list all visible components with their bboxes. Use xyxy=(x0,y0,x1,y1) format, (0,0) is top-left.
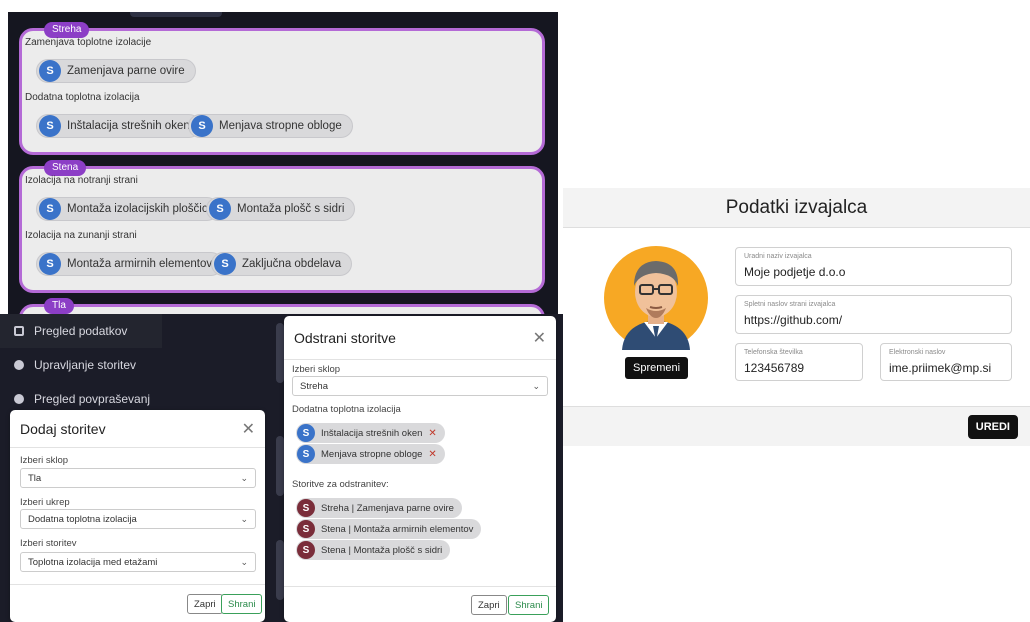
avatar: S xyxy=(297,541,315,559)
grid-icon xyxy=(14,326,24,336)
close-icon[interactable]: ✕ xyxy=(533,328,546,348)
edit-button[interactable]: UREDI xyxy=(967,415,1018,439)
chevron-down-icon: ⌄ xyxy=(532,380,540,391)
service-chip[interactable]: S Montaža plošč s sidri xyxy=(206,197,356,221)
backdrop-card xyxy=(276,436,284,496)
close-button[interactable]: Zapri xyxy=(471,595,507,615)
dialog-title: Dodaj storitev xyxy=(20,420,106,437)
service-chip[interactable]: S Montaža armirnih elementov xyxy=(36,252,224,276)
sidebar-item-upravljanje-storitev[interactable]: Upravljanje storitev xyxy=(0,348,162,382)
field-label: Dodatna toplotna izolacija xyxy=(292,404,401,415)
group-stena: Stena Izolacija na notranji strani S Mon… xyxy=(19,160,545,293)
storitev-select[interactable]: Toplotna izolacija med etažami ⌄ xyxy=(20,552,256,572)
remove-icon[interactable]: ✕ xyxy=(428,428,436,439)
field-label: Izberi sklop xyxy=(20,455,69,466)
circle-icon xyxy=(14,360,24,370)
field-label: Izberi storitev xyxy=(20,538,77,549)
group-badge: Stena xyxy=(44,160,87,176)
group-streha: Streha Zamenjava toplotne izolacije S Za… xyxy=(19,22,545,155)
chevron-down-icon: ⌄ xyxy=(240,513,248,524)
dialog-header: Dodaj storitev ✕ xyxy=(10,410,265,448)
topbar-stub xyxy=(130,12,222,17)
avatar: S xyxy=(297,520,315,538)
avatar: S xyxy=(191,115,213,137)
dialog-footer: Zapri Shrani xyxy=(284,586,556,622)
avatar: S xyxy=(39,115,61,137)
backdrop-card xyxy=(276,540,284,600)
circle-icon xyxy=(14,394,24,404)
save-button[interactable]: Shrani xyxy=(508,595,550,615)
avatar: S xyxy=(297,424,315,442)
remove-chip[interactable]: S Stena | Montaža armirnih elementov xyxy=(296,519,482,539)
sidebar-item-pregled-podatkov[interactable]: Pregled podatkov xyxy=(0,314,162,348)
contractor-card: Podatki izvajalca Spremeni Uradni naziv … xyxy=(563,188,1030,456)
add-service-dialog: Dodaj storitev ✕ Izberi sklop Tla ⌄ Izber… xyxy=(10,410,265,622)
subgroup-label: Dodatna toplotna izolacija xyxy=(25,92,140,103)
remove-icon[interactable]: ✕ xyxy=(428,449,436,460)
phone-field[interactable]: Telefonska številka 123456789 xyxy=(735,343,863,381)
field-label: Izberi sklop xyxy=(292,364,341,375)
remove-chip[interactable]: S Stena | Montaža plošč s sidri xyxy=(296,540,451,560)
card-title: Podatki izvajalca xyxy=(563,188,1030,228)
group-badge: Tla xyxy=(44,298,74,314)
sklop-select[interactable]: Tla ⌄ xyxy=(20,468,256,488)
avatar: S xyxy=(39,60,61,82)
dialog-footer: Zapri Shrani xyxy=(10,584,265,622)
avatar xyxy=(604,246,708,350)
chevron-down-icon: ⌄ xyxy=(240,556,248,567)
avatar: S xyxy=(297,499,315,517)
avatar: S xyxy=(297,445,315,463)
service-chip[interactable]: S Montaža izolacijskih ploščic xyxy=(36,197,219,221)
subgroup-label: Zamenjava toplotne izolacije xyxy=(25,37,152,48)
remove-service-dialog: Odstrani storitve ✕ Izberi sklop Streha ⌄… xyxy=(284,316,556,622)
field-label: Storitve za odstranitev: xyxy=(292,479,389,490)
avatar: S xyxy=(39,253,61,275)
service-chip[interactable]: S Menjava stropne obloge xyxy=(188,114,353,138)
name-field[interactable]: Uradni naziv izvajalca Moje podjetje d.o… xyxy=(735,247,1012,286)
dialog-header: Odstrani storitve ✕ xyxy=(284,316,556,360)
avatar: S xyxy=(209,198,231,220)
service-chip[interactable]: S Zaključna obdelava xyxy=(211,252,353,276)
remove-chip[interactable]: S Streha | Zamenjava parne ovire xyxy=(296,498,462,518)
close-button[interactable]: Zapri xyxy=(187,594,223,614)
service-chip[interactable]: S Inštalacija strešnih oken xyxy=(36,114,201,138)
subgroup-label: Izolacija na zunanji strani xyxy=(25,230,137,241)
chevron-down-icon: ⌄ xyxy=(240,472,248,483)
service-chip[interactable]: S Zamenjava parne ovire xyxy=(36,59,196,83)
close-icon[interactable]: ✕ xyxy=(242,419,255,439)
sklop-select[interactable]: Streha ⌄ xyxy=(292,376,548,396)
services-panel: Streha Zamenjava toplotne izolacije S Za… xyxy=(8,12,558,314)
email-field[interactable]: Elektronski naslov ime.priimek@mp.si xyxy=(880,343,1012,381)
group-tla: Tla xyxy=(19,298,545,314)
dialog-title: Odstrani storitve xyxy=(294,329,396,346)
backdrop-card xyxy=(276,323,284,383)
subgroup-label: Izolacija na notranji strani xyxy=(25,175,138,186)
avatar: S xyxy=(214,253,236,275)
website-field[interactable]: Spletni naslov strani izvajalca https://… xyxy=(735,295,1012,334)
save-button[interactable]: Spremeni xyxy=(625,357,689,379)
card-footer: UREDI xyxy=(563,406,1030,446)
ukrep-select[interactable]: Dodatna toplotna izolacija ⌄ xyxy=(20,509,256,529)
save-button[interactable]: Shrani xyxy=(221,594,263,614)
avatar: S xyxy=(39,198,61,220)
service-chip[interactable]: S Menjava stropne obloge ✕ xyxy=(296,444,445,464)
group-badge: Streha xyxy=(44,22,90,38)
service-chip[interactable]: S Inštalacija strešnih oken ✕ xyxy=(296,423,445,443)
field-label: Izberi ukrep xyxy=(20,497,70,508)
